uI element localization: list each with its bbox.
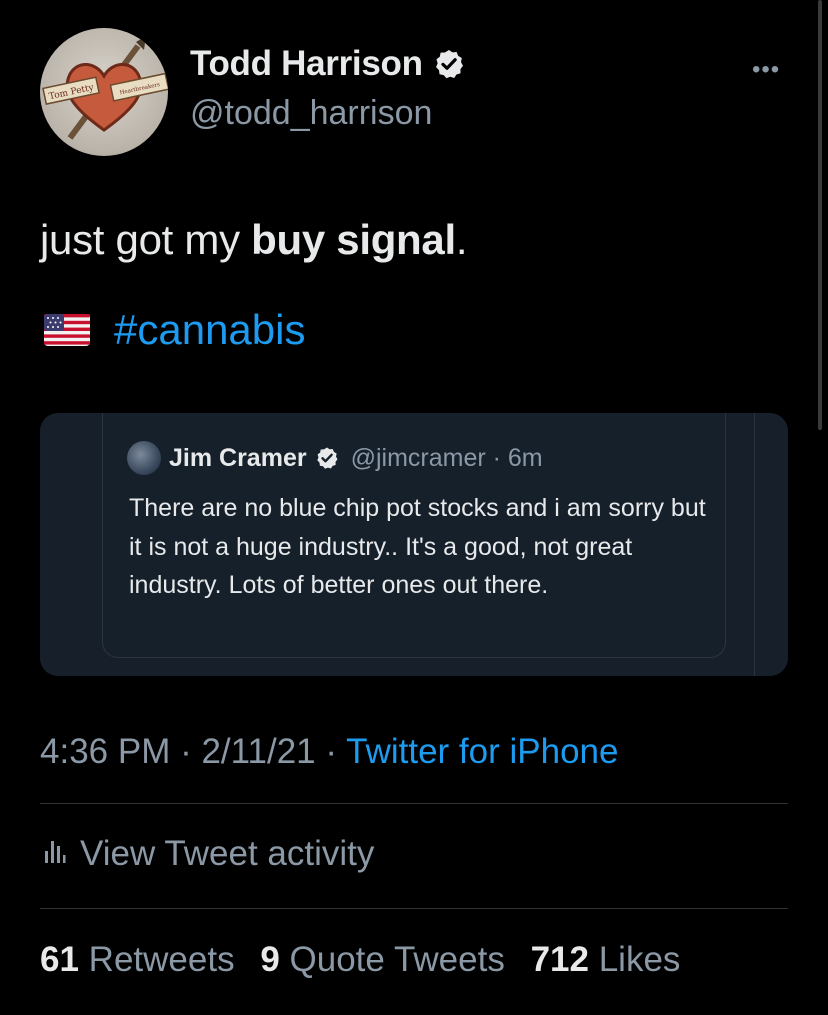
tweet-text-start: just got my: [40, 216, 252, 263]
quote-tweets-label: Quote Tweets: [289, 940, 505, 979]
view-tweet-activity-label: View Tweet activity: [80, 834, 375, 873]
quoted-handle-text: @jimcramer: [350, 443, 486, 472]
author-handle[interactable]: @todd_harrison: [190, 94, 432, 133]
quoted-author-avatar: [127, 441, 161, 475]
retweets-count: 61: [40, 940, 79, 979]
scrollbar[interactable]: [818, 0, 822, 430]
verified-badge-icon: [315, 446, 339, 470]
tweet-timestamp-row: 4:36 PM · 2/11/21 · Twitter for iPhone: [40, 732, 619, 771]
quoted-tweet-text: There are no blue chip pot stocks and i …: [129, 494, 706, 599]
quoted-tweet-card[interactable]: Jim Cramer @jimcramer · 6m There are no …: [40, 413, 788, 676]
retweets-stat[interactable]: 61 Retweets: [40, 940, 235, 979]
likes-label: Likes: [598, 940, 681, 979]
tweet-source-link[interactable]: Twitter for iPhone: [346, 732, 618, 771]
quoted-author-handle: @jimcramer · 6m: [350, 443, 543, 472]
us-flag-icon: [44, 314, 90, 346]
quote-tweets-stat[interactable]: 9 Quote Tweets: [260, 940, 505, 979]
divider: [40, 803, 788, 804]
analytics-icon: [44, 834, 66, 874]
view-tweet-activity-button[interactable]: View Tweet activity: [44, 834, 374, 874]
more-options-icon[interactable]: •••: [752, 56, 780, 84]
likes-stat[interactable]: 712 Likes: [531, 940, 681, 979]
tweet-text-end: .: [455, 216, 468, 263]
tweet-detail-screen: Tom Petty Heartbreakers Todd Harrison @t…: [0, 0, 828, 1015]
divider: [40, 908, 788, 909]
quoted-tweet-header: Jim Cramer @jimcramer · 6m: [127, 441, 543, 475]
hashtag-link[interactable]: #cannabis: [114, 306, 305, 354]
tweet-stats-row: 61 Retweets 9 Quote Tweets 712 Likes: [40, 940, 696, 980]
tweet-hashtag-row: #cannabis: [44, 306, 305, 354]
retweets-label: Retweets: [88, 940, 235, 979]
author-display-name[interactable]: Todd Harrison: [190, 44, 423, 84]
quoted-author-name: Jim Cramer: [169, 443, 307, 472]
avatar-heart-guitar-image: Tom Petty Heartbreakers: [42, 36, 168, 140]
author-name-row[interactable]: Todd Harrison: [190, 44, 465, 84]
tweet-text: just got my buy signal.: [40, 216, 468, 264]
tweet-date: 2/11/21: [201, 732, 316, 771]
author-avatar[interactable]: Tom Petty Heartbreakers: [40, 28, 168, 156]
quoted-time: 6m: [507, 443, 543, 472]
tweet-time: 4:36 PM: [40, 732, 171, 771]
quote-tweets-count: 9: [260, 940, 280, 979]
tweet-text-bold: buy signal: [251, 216, 456, 263]
verified-badge-icon: [433, 48, 465, 80]
quoted-card-divider: [754, 413, 755, 676]
quoted-tweet-inner: Jim Cramer @jimcramer · 6m There are no …: [102, 413, 726, 658]
likes-count: 712: [530, 940, 589, 979]
